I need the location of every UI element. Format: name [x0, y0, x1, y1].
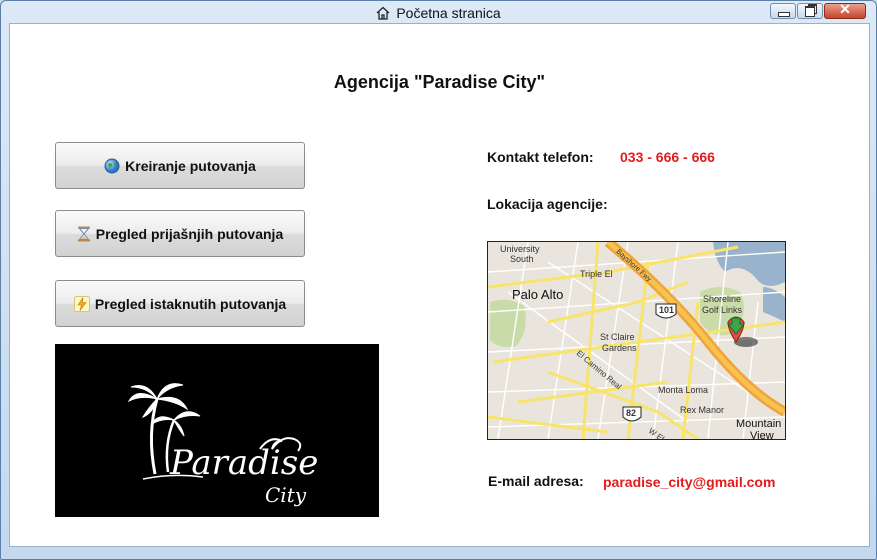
email-value: paradise_city@gmail.com: [603, 474, 776, 490]
map-label-golf-links: Golf Links: [702, 305, 743, 315]
logo-text-city: City: [265, 483, 307, 507]
map-label-palo-alto: Palo Alto: [512, 287, 563, 302]
location-label: Lokacija agencije:: [487, 196, 608, 212]
logo-text-paradise: Paradise: [169, 443, 318, 483]
page-title: Agencija "Paradise City": [333, 72, 546, 92]
past-trips-button[interactable]: Pregled prijašnjih putovanja: [55, 210, 305, 257]
window-title: Početna stranica: [1, 5, 876, 23]
minimize-icon: [778, 12, 790, 17]
window-title-text: Početna stranica: [396, 5, 501, 21]
email-label: E-mail adresa:: [488, 473, 584, 489]
maximize-button[interactable]: [797, 3, 823, 19]
hourglass-icon: [77, 226, 91, 242]
map-label-st-claire: St Claire: [600, 332, 635, 342]
close-icon: ✕: [839, 1, 851, 17]
map-label-mountain: Mountain: [736, 418, 781, 430]
main-panel: Agencija "Paradise City" Kreiranje putov…: [9, 23, 870, 547]
map-label-hwy82: 82: [626, 408, 636, 418]
map-label-south: South: [510, 254, 534, 264]
phone-value: 033 - 666 - 666: [620, 149, 715, 165]
map-label-gardens: Gardens: [602, 343, 637, 353]
featured-trips-button[interactable]: Pregled istaknutih putovanja: [55, 280, 305, 327]
phone-label: Kontakt telefon:: [487, 149, 594, 165]
minimize-button[interactable]: [770, 3, 796, 19]
create-trip-label: Kreiranje putovanja: [125, 157, 256, 174]
map-label-shoreline: Shoreline: [703, 294, 741, 304]
map-label-triple-el: Triple El: [580, 269, 613, 279]
app-window: Početna stranica ✕ Agencija "Paradise Ci…: [0, 0, 877, 560]
past-trips-label: Pregled prijašnjih putovanja: [95, 225, 284, 242]
create-trip-button[interactable]: Kreiranje putovanja: [55, 142, 305, 189]
map-label-view: View: [750, 430, 774, 439]
restore-icon: [805, 6, 815, 17]
location-map[interactable]: 101 82 University South Triple El Palo A…: [487, 241, 786, 440]
map-label-rex-manor: Rex Manor: [680, 405, 724, 415]
map-label-university: University: [500, 244, 540, 254]
window-controls: ✕: [769, 1, 866, 19]
lightning-icon: [73, 295, 90, 312]
featured-trips-label: Pregled istaknutih putovanja: [94, 295, 287, 312]
close-button[interactable]: ✕: [824, 1, 866, 19]
home-icon: [376, 6, 390, 23]
globe-icon: [104, 158, 120, 174]
title-bar[interactable]: Početna stranica ✕: [1, 1, 876, 23]
agency-logo: Paradise City: [55, 344, 379, 517]
map-label-monta-loma: Monta Loma: [658, 385, 708, 395]
map-label-hwy101: 101: [659, 305, 674, 315]
